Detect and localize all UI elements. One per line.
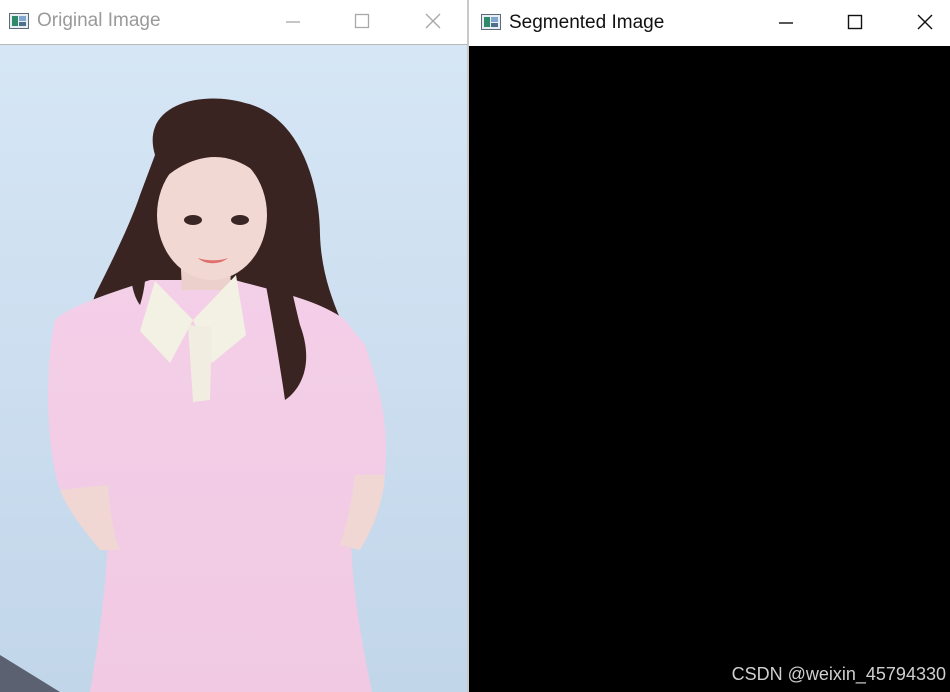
app-image-icon [9,13,29,29]
original-image-window: Original Image [0,0,468,692]
close-icon [425,13,441,29]
maximize-icon [354,13,370,29]
original-image-canvas [0,45,467,692]
minimize-icon [779,22,793,24]
maximize-button[interactable] [840,9,870,37]
maximize-icon [847,14,863,30]
close-button[interactable] [418,8,448,36]
close-icon [917,14,933,30]
segmented-image-window: Segmented Image [469,0,950,692]
close-button[interactable] [910,9,940,37]
window-title: Segmented Image [509,12,665,33]
maximize-button[interactable] [347,8,377,36]
segmented-image-titlebar[interactable]: Segmented Image [469,0,950,46]
minimize-icon [286,21,300,23]
segmented-image-canvas [469,46,950,692]
app-image-icon [481,14,501,30]
minimize-button[interactable] [771,9,801,37]
watermark-text: CSDN @weixin_45794330 [731,664,946,684]
minimize-button[interactable] [278,8,308,36]
original-image-titlebar[interactable]: Original Image [0,0,468,45]
window-title: Original Image [37,10,161,31]
portrait-photo [0,45,467,692]
